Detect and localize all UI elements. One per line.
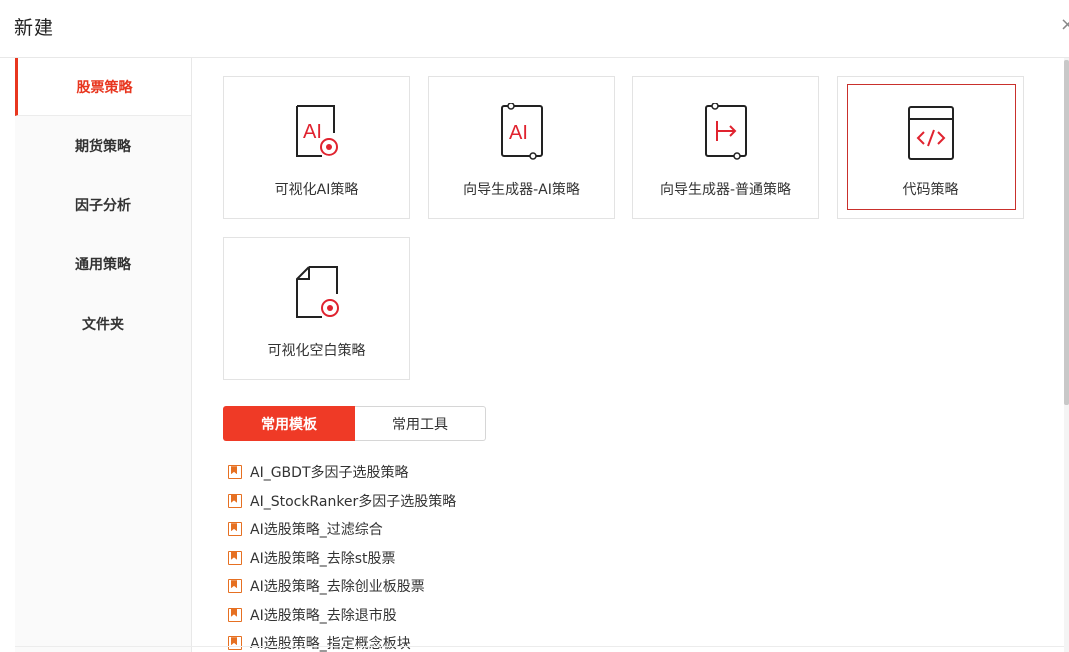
template-label: AI选股策略_去除创业板股票 xyxy=(250,579,425,596)
dialog-header: 新建 × xyxy=(0,0,1069,58)
close-icon[interactable]: × xyxy=(1060,15,1069,35)
category-sidebar: 股票策略 期货策略 因子分析 通用策略 文件夹 xyxy=(15,58,192,652)
sidebar-item-factor-analysis[interactable]: 因子分析 xyxy=(15,176,191,234)
tab-common-templates[interactable]: 常用模板 xyxy=(223,406,355,441)
svg-text:AI: AI xyxy=(509,122,528,144)
list-item[interactable]: AI选股策略_过滤综合 xyxy=(228,515,628,544)
card-label: 可视化AI策略 xyxy=(274,182,359,198)
card-label: 向导生成器-普通策略 xyxy=(659,182,792,198)
list-item[interactable]: AI_GBDT多因子选股策略 xyxy=(228,458,628,487)
card-label: 代码策略 xyxy=(902,182,959,198)
scrollbar-thumb[interactable] xyxy=(1064,60,1069,405)
sidebar-item-stock-strategy[interactable]: 股票策略 xyxy=(15,58,191,116)
card-label: 可视化空白策略 xyxy=(267,343,366,359)
bookmark-icon xyxy=(228,493,242,508)
template-label: AI选股策略_过滤综合 xyxy=(250,522,383,539)
wizard-normal-icon xyxy=(705,103,747,160)
sidebar-item-futures-strategy[interactable]: 期货策略 xyxy=(15,117,191,175)
list-item[interactable]: AI选股策略_去除创业板股票 xyxy=(228,572,628,601)
sidebar-item-general-strategy[interactable]: 通用策略 xyxy=(15,235,191,293)
template-label: AI_GBDT多因子选股策略 xyxy=(250,465,409,482)
visual-ai-icon: AI xyxy=(296,105,340,157)
code-icon xyxy=(908,106,954,160)
list-item[interactable]: AI_StockRanker多因子选股策略 xyxy=(228,487,628,516)
list-item[interactable]: AI选股策略_指定概念板块 xyxy=(228,629,628,652)
card-label: 向导生成器-AI策略 xyxy=(463,182,580,198)
card-code-strategy[interactable]: 代码策略 xyxy=(837,76,1024,219)
template-label: AI选股策略_指定概念板块 xyxy=(250,636,411,652)
template-list: AI_GBDT多因子选股策略 AI_StockRanker多因子选股策略 AI选… xyxy=(228,458,628,652)
list-item[interactable]: AI选股策略_去除退市股 xyxy=(228,601,628,630)
bookmark-icon xyxy=(228,465,242,480)
template-label: AI选股策略_去除st股票 xyxy=(250,550,396,567)
dialog-title: 新建 xyxy=(14,17,55,39)
bookmark-icon xyxy=(228,522,242,537)
card-visual-blank-strategy[interactable]: 可视化空白策略 xyxy=(223,237,410,380)
bookmark-icon xyxy=(228,550,242,565)
svg-text:AI: AI xyxy=(303,121,322,143)
tab-common-tools[interactable]: 常用工具 xyxy=(355,406,486,441)
divider xyxy=(15,646,1064,647)
list-item[interactable]: AI选股策略_去除st股票 xyxy=(228,544,628,573)
card-wizard-normal-strategy[interactable]: 向导生成器-普通策略 xyxy=(632,76,819,219)
card-wizard-ai-strategy[interactable]: AI 向导生成器-AI策略 xyxy=(428,76,615,219)
card-visual-ai-strategy[interactable]: AI 可视化AI策略 xyxy=(223,76,410,219)
bookmark-icon xyxy=(228,607,242,622)
sidebar-item-folder[interactable]: 文件夹 xyxy=(15,295,191,353)
template-label: AI选股策略_去除退市股 xyxy=(250,607,397,624)
template-label: AI_StockRanker多因子选股策略 xyxy=(250,493,457,510)
bookmark-icon xyxy=(228,636,242,651)
wizard-ai-icon: AI xyxy=(501,103,543,160)
bookmark-icon xyxy=(228,579,242,594)
blank-doc-icon xyxy=(296,266,339,318)
